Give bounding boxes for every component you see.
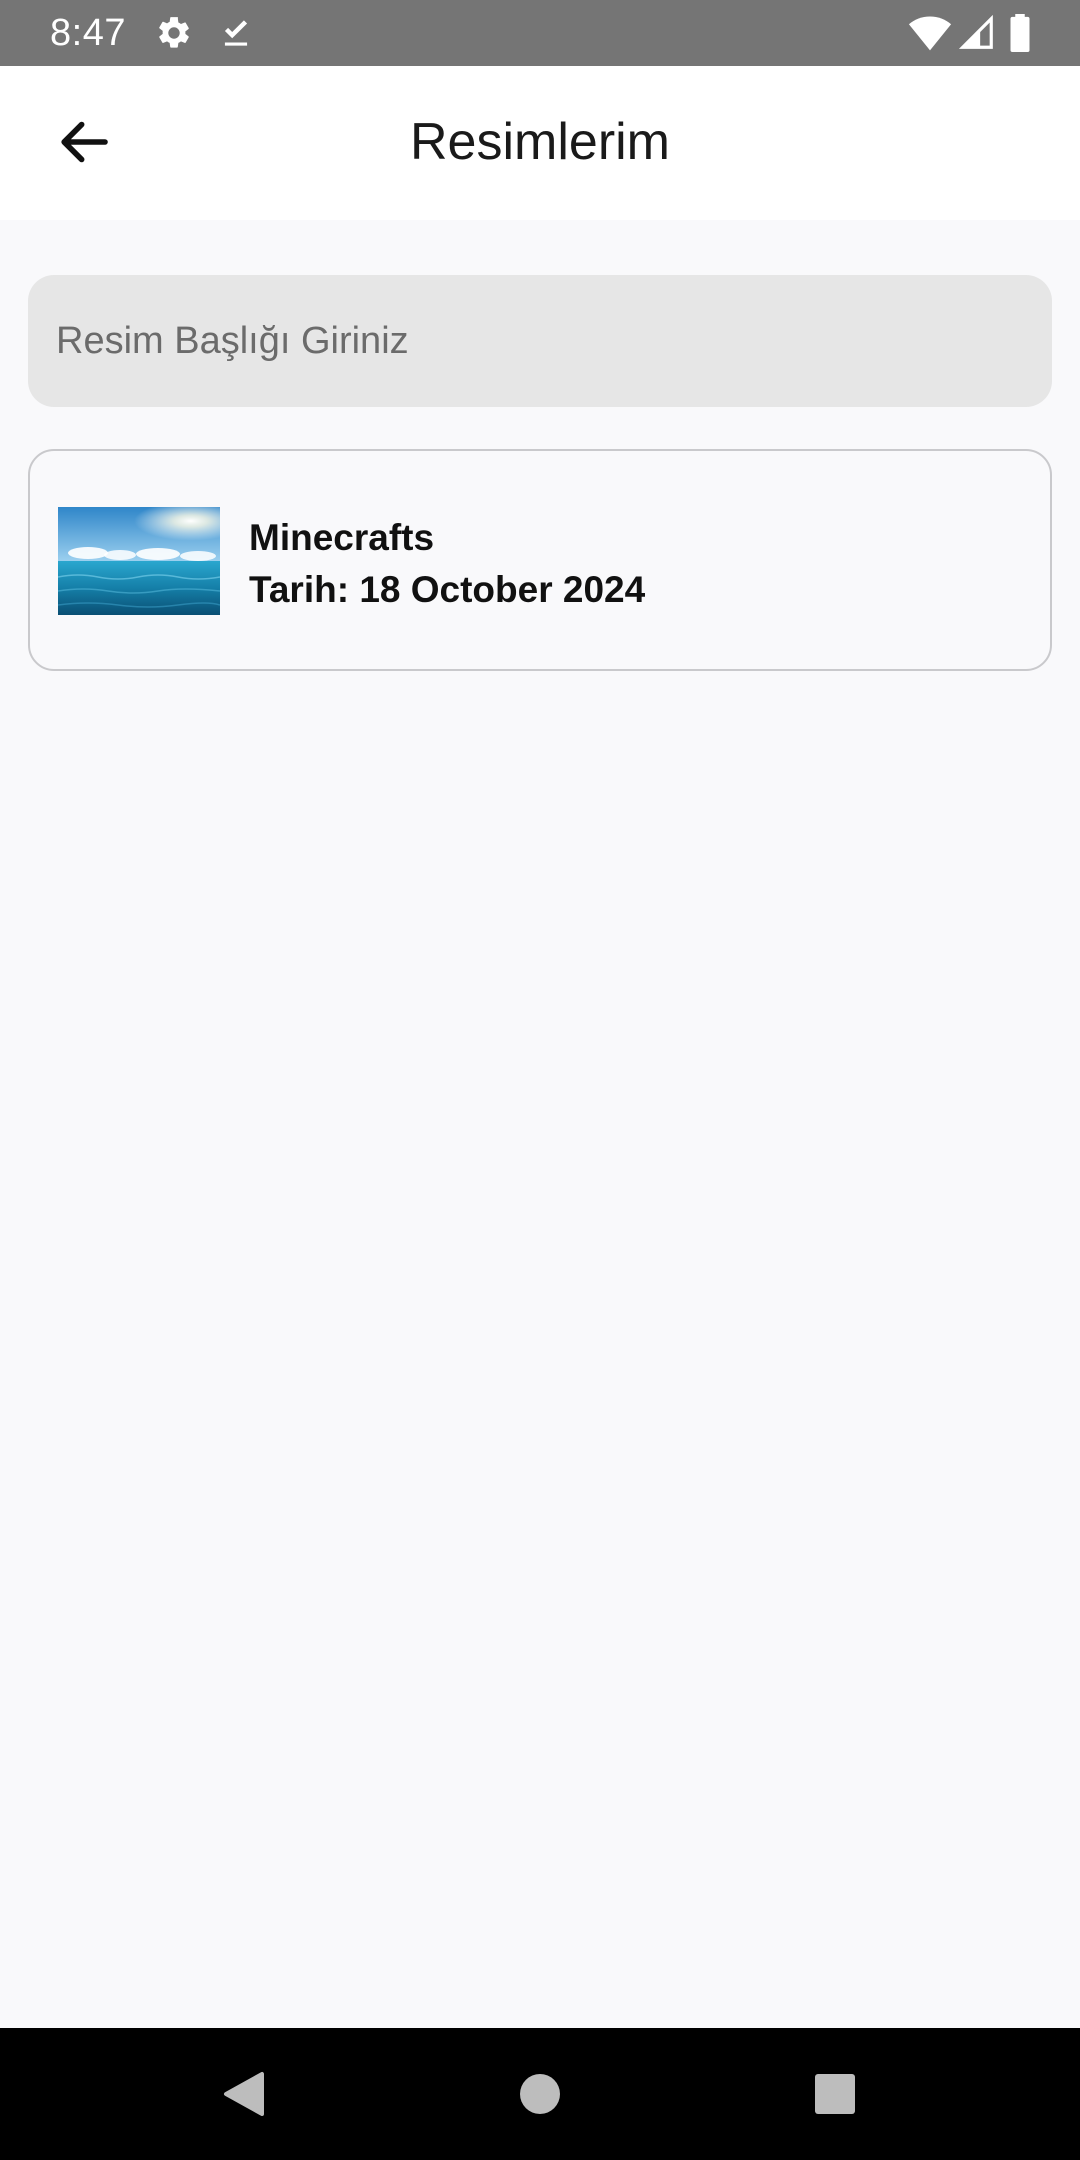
back-triangle-icon: [224, 2072, 264, 2116]
page-title: Resimlerim: [410, 113, 670, 171]
wifi-icon: [908, 14, 952, 52]
app-bar: Resimlerim: [0, 66, 1080, 220]
settings-gear-icon: [155, 14, 193, 52]
image-title: Minecrafts: [249, 517, 435, 558]
nav-home-button[interactable]: [500, 2054, 580, 2134]
image-list-item[interactable]: Minecrafts Tarih: 18 October 2024: [28, 449, 1052, 671]
status-time: 8:47: [50, 12, 126, 54]
battery-icon: [1008, 14, 1032, 53]
cell-signal-icon: [958, 14, 996, 52]
home-circle-icon: [520, 2074, 560, 2114]
nav-recents-button[interactable]: [795, 2054, 875, 2134]
status-bar: 8:47: [0, 0, 1080, 66]
recents-square-icon: [815, 2074, 855, 2114]
image-title-search-input[interactable]: [28, 275, 1052, 407]
nav-back-button[interactable]: [204, 2054, 284, 2134]
download-done-icon: [217, 14, 255, 52]
system-nav-bar: [0, 2028, 1080, 2160]
sea-sky-thumbnail: [58, 507, 220, 615]
image-date: Tarih: 18 October 2024: [249, 569, 646, 610]
screen: 8:47 Resimlerim Resim Başlığı Giriniz Mi…: [0, 0, 1080, 2160]
